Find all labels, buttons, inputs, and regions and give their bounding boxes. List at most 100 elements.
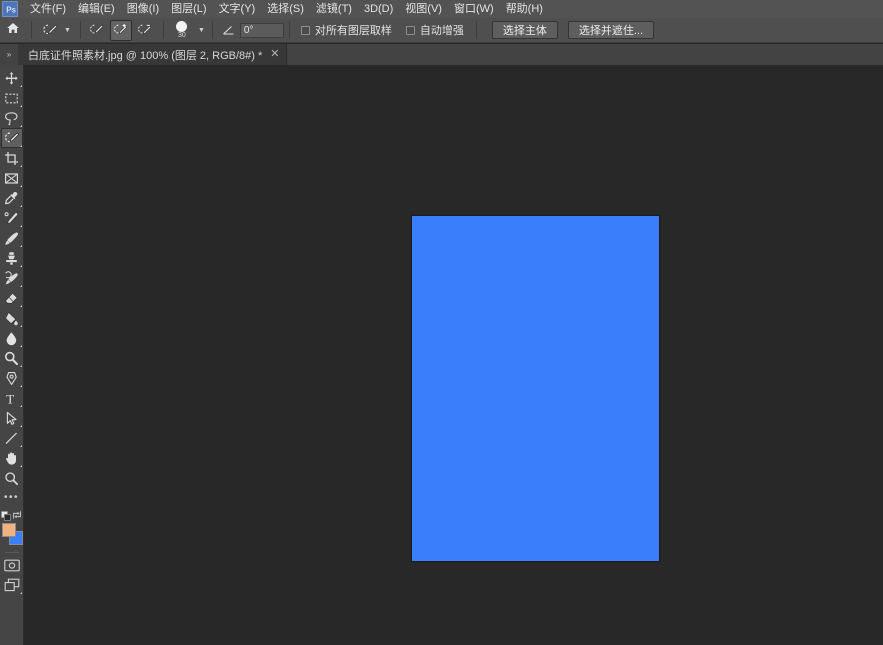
tool-corner-marker	[19, 592, 22, 594]
clone-stamp-tool[interactable]	[1, 248, 23, 268]
hand-tool[interactable]	[1, 448, 23, 468]
history-brush-tool[interactable]	[1, 268, 23, 288]
menu-layer[interactable]: 图层(L)	[165, 0, 212, 18]
menu-select[interactable]: 选择(S)	[261, 0, 310, 18]
eraser-tool[interactable]	[1, 288, 23, 308]
tool-corner-marker	[19, 85, 22, 87]
screen-mode-button[interactable]	[1, 575, 23, 595]
quick-selection-tool-icon	[39, 20, 61, 40]
canvas-area[interactable]	[24, 65, 883, 645]
tool-corner-marker	[19, 345, 22, 347]
menu-3d[interactable]: 3D(D)	[358, 0, 399, 18]
subtract-from-selection-mode[interactable]	[134, 20, 156, 41]
toolbar-separator	[4, 552, 19, 553]
select-subject-button[interactable]: 选择主体	[491, 21, 558, 39]
dodge-tool[interactable]	[1, 348, 23, 368]
selection-mode-group	[86, 19, 158, 41]
tool-corner-marker	[19, 405, 22, 407]
photoshop-app-icon[interactable]: Ps	[2, 1, 18, 17]
foreground-color-swatch[interactable]	[1, 523, 16, 537]
options-separator-6	[475, 21, 477, 39]
document-canvas[interactable]	[412, 216, 659, 561]
menu-help[interactable]: 帮助(H)	[500, 0, 549, 18]
quick-mask-button[interactable]	[1, 555, 23, 575]
brush-angle-input[interactable]: 0°	[239, 22, 284, 38]
path-selection-tool[interactable]	[1, 408, 23, 428]
new-selection-mode[interactable]	[86, 20, 108, 41]
options-separator-1	[31, 21, 32, 39]
tool-preset-picker[interactable]: ▼	[37, 19, 75, 41]
zoom-tool[interactable]	[1, 468, 23, 488]
menu-view[interactable]: 视图(V)	[399, 0, 448, 18]
auto-enhance-checkbox[interactable]: 自动增强	[405, 22, 464, 38]
document-tab[interactable]: 白底证件照素材.jpg @ 100% (图层 2, RGB/8#) * ✕	[18, 44, 287, 65]
menu-window[interactable]: 窗口(W)	[448, 0, 500, 18]
quick-selection-tool[interactable]	[0, 128, 23, 148]
document-tab-title: 白底证件照素材.jpg @ 100% (图层 2, RGB/8#) *	[28, 49, 263, 62]
lasso-tool[interactable]	[1, 108, 23, 128]
tool-corner-marker	[19, 425, 22, 427]
tool-corner-marker	[19, 365, 22, 367]
tool-corner-marker	[19, 225, 22, 227]
options-separator-3	[162, 21, 164, 39]
tool-corner-marker	[19, 125, 22, 127]
checkbox-box	[300, 25, 310, 35]
options-bar: ▼ 30 ▼ 0° 对所有图层取样 自动增强 选择主体 选择并遮住...	[0, 18, 883, 43]
chevron-double-right-icon[interactable]: »	[0, 44, 18, 65]
pen-tool[interactable]	[1, 368, 23, 388]
move-tool[interactable]	[1, 68, 23, 88]
checkbox-box	[405, 25, 415, 35]
auto-enhance-label: 自动增强	[419, 25, 464, 37]
add-to-selection-mode[interactable]	[109, 19, 132, 41]
angle-icon	[222, 24, 235, 36]
home-button[interactable]	[0, 18, 26, 42]
sample-all-layers-label: 对所有图层取样	[314, 25, 392, 37]
menu-file[interactable]: 文件(F)	[24, 0, 72, 18]
tool-corner-marker	[19, 245, 22, 247]
menu-type[interactable]: 文字(Y)	[213, 0, 262, 18]
tool-corner-marker	[19, 385, 22, 387]
menu-edit[interactable]: 编辑(E)	[72, 0, 121, 18]
line-tool[interactable]	[1, 428, 23, 448]
frame-tool[interactable]	[1, 168, 23, 188]
options-separator-5	[288, 21, 290, 39]
document-tab-bar: » 白底证件照素材.jpg @ 100% (图层 2, RGB/8#) * ✕	[0, 44, 883, 65]
type-tool[interactable]: T	[1, 388, 23, 408]
color-controls-row	[0, 506, 24, 521]
chevron-down-icon: ▼	[64, 26, 71, 34]
options-separator-4	[211, 21, 213, 39]
menu-image[interactable]: 图像(I)	[121, 0, 165, 18]
sample-all-layers-checkbox[interactable]: 对所有图层取样	[300, 22, 392, 38]
menu-filter[interactable]: 滤镜(T)	[310, 0, 358, 18]
tool-corner-marker	[19, 165, 22, 167]
tool-corner-marker	[19, 285, 22, 287]
brush-size-preview[interactable]: 30	[169, 19, 195, 42]
svg-text:Ps: Ps	[6, 5, 16, 14]
home-icon	[6, 21, 20, 40]
tools-panel: T •••	[0, 65, 24, 645]
spot-healing-brush-tool[interactable]	[1, 208, 23, 228]
photoshop-window: Ps 文件(F) 编辑(E) 图像(I) 图层(L) 文字(Y) 选择(S) 滤…	[0, 0, 883, 645]
tool-corner-marker	[19, 205, 22, 207]
brush-chevron-down-icon[interactable]: ▼	[198, 27, 205, 34]
tool-corner-marker	[19, 265, 22, 267]
blur-tool[interactable]	[1, 328, 23, 348]
menu-bar: Ps 文件(F) 编辑(E) 图像(I) 图层(L) 文字(Y) 选择(S) 滤…	[0, 0, 883, 18]
brush-tool[interactable]	[1, 228, 23, 248]
options-separator-2	[79, 21, 81, 39]
rectangular-marquee-tool[interactable]	[1, 88, 23, 108]
tool-corner-marker	[19, 185, 22, 187]
select-and-mask-button[interactable]: 选择并遮住...	[567, 21, 655, 39]
tool-corner-marker	[19, 445, 22, 447]
color-swatches	[0, 520, 24, 550]
gradient-tool[interactable]	[1, 308, 23, 328]
svg-text:T: T	[6, 391, 14, 406]
brush-size-value: 30	[178, 31, 186, 39]
ellipsis-icon[interactable]: •••	[1, 488, 23, 506]
eyedropper-tool[interactable]	[1, 188, 23, 208]
tool-corner-marker	[19, 325, 22, 327]
close-icon[interactable]: ✕	[270, 49, 279, 60]
tool-corner-marker	[19, 145, 22, 147]
crop-tool[interactable]	[1, 148, 23, 168]
brush-dot-icon	[176, 20, 188, 32]
